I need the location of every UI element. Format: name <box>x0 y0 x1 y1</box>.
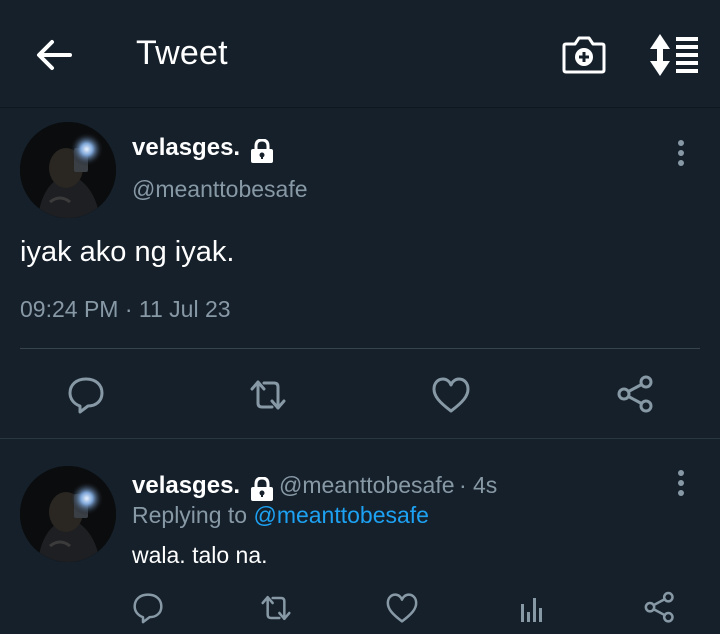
reply-more-options-button[interactable] <box>668 466 694 500</box>
reply-icon <box>133 593 163 624</box>
sort-toggle-button[interactable] <box>646 32 700 78</box>
replying-to-link[interactable]: @meanttobesafe <box>253 502 429 528</box>
arrow-left-icon <box>37 40 72 70</box>
share-icon <box>617 375 653 413</box>
like-icon <box>386 593 418 623</box>
reply-button[interactable] <box>62 371 110 419</box>
camera-add-icon <box>562 36 606 74</box>
reply-like-button[interactable] <box>382 588 422 628</box>
page-title: Tweet <box>136 34 228 72</box>
camera-button[interactable] <box>560 34 608 76</box>
section-divider <box>0 438 720 439</box>
more-vertical-icon <box>678 140 684 166</box>
more-options-button[interactable] <box>668 136 694 170</box>
more-vertical-icon <box>678 470 684 496</box>
divider <box>20 348 700 349</box>
replying-to-label: Replying to <box>132 502 254 528</box>
reply-share-button[interactable] <box>640 588 680 628</box>
reply-icon <box>68 377 104 414</box>
timestamp-separator: · <box>118 296 139 322</box>
retweet-icon <box>261 595 291 621</box>
reply-display-name[interactable]: velasges. <box>132 472 240 499</box>
reply-analytics-button[interactable] <box>512 588 552 628</box>
retweet-icon <box>250 380 286 410</box>
reply-age: · 4s <box>458 472 498 498</box>
tweet-date: 11 Jul 23 <box>138 296 231 322</box>
reply-reply-button[interactable] <box>128 588 168 628</box>
lock-icon <box>249 476 275 501</box>
share-button[interactable] <box>612 371 660 419</box>
display-name[interactable]: velasges. <box>132 134 240 161</box>
sort-list-icon <box>650 34 698 76</box>
like-button[interactable] <box>427 371 475 419</box>
reply-text: wala. talo na. <box>132 542 268 568</box>
retweet-button[interactable] <box>244 371 292 419</box>
back-button[interactable] <box>30 33 76 77</box>
tweet-timestamp: 09:24 PM · 11 Jul 23 <box>20 296 231 323</box>
tweet-time: 09:24 PM <box>20 296 119 322</box>
like-icon <box>432 377 470 413</box>
reply-retweet-button[interactable] <box>256 588 296 628</box>
avatar[interactable] <box>20 122 116 218</box>
share-icon <box>644 591 674 623</box>
reply-user-handle[interactable]: @meanttobesafe <box>279 472 455 498</box>
replying-to-line: Replying to @meanttobesafe <box>132 502 429 529</box>
reply-avatar[interactable] <box>20 466 116 562</box>
user-handle[interactable]: @meanttobesafe <box>132 176 308 203</box>
lock-icon <box>249 138 275 163</box>
analytics-icon <box>521 598 542 622</box>
tweet-text: iyak ako ng iyak. <box>20 236 235 268</box>
top-app-bar <box>0 0 720 108</box>
